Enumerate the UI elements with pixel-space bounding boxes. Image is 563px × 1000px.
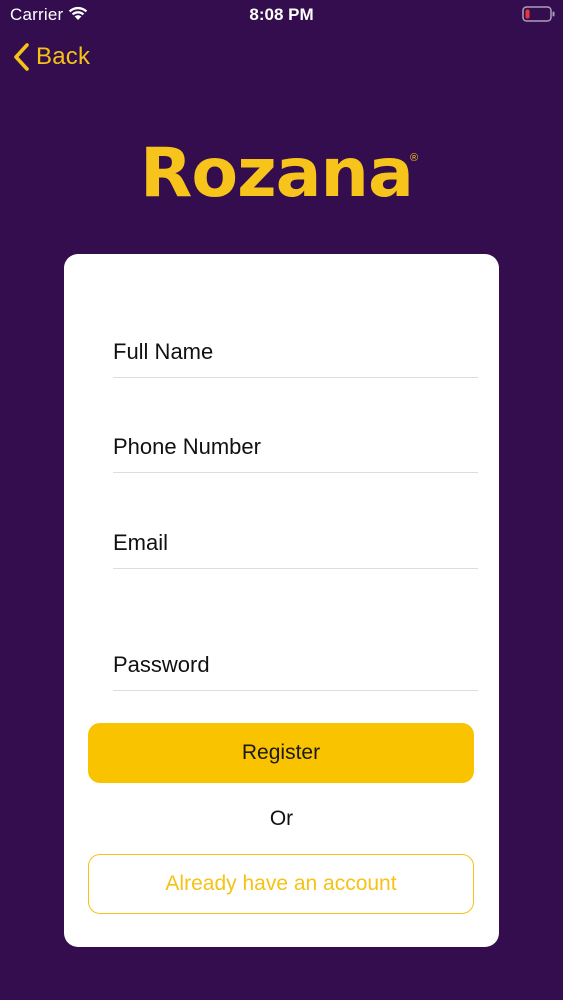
register-button[interactable]: Register (88, 723, 474, 783)
back-label: Back (36, 43, 91, 70)
password-input[interactable] (113, 650, 478, 690)
full-name-input[interactable] (113, 337, 478, 377)
already-have-account-button[interactable]: Already have an account (88, 854, 474, 914)
email-input[interactable] (113, 528, 478, 568)
back-button[interactable]: Back (12, 40, 90, 74)
status-time: 8:08 PM (249, 5, 314, 24)
full-name-field[interactable]: Full Name (113, 337, 478, 378)
status-bar: Carrier 8:08 PM (0, 0, 563, 30)
phone-number-input[interactable] (113, 432, 478, 472)
brand-name: Rozana (140, 134, 414, 213)
email-field[interactable]: Email (113, 528, 478, 569)
register-card: Full Name Phone Number Email Password Re… (64, 254, 499, 947)
brand-logo: Rozana ® (140, 132, 430, 232)
or-separator: Or (269, 807, 294, 830)
password-field[interactable]: Password (113, 650, 478, 691)
phone-number-field[interactable]: Phone Number (113, 432, 478, 473)
chevron-left-icon (12, 42, 30, 72)
registered-mark: ® (410, 152, 419, 164)
battery-low-icon (522, 6, 556, 27)
